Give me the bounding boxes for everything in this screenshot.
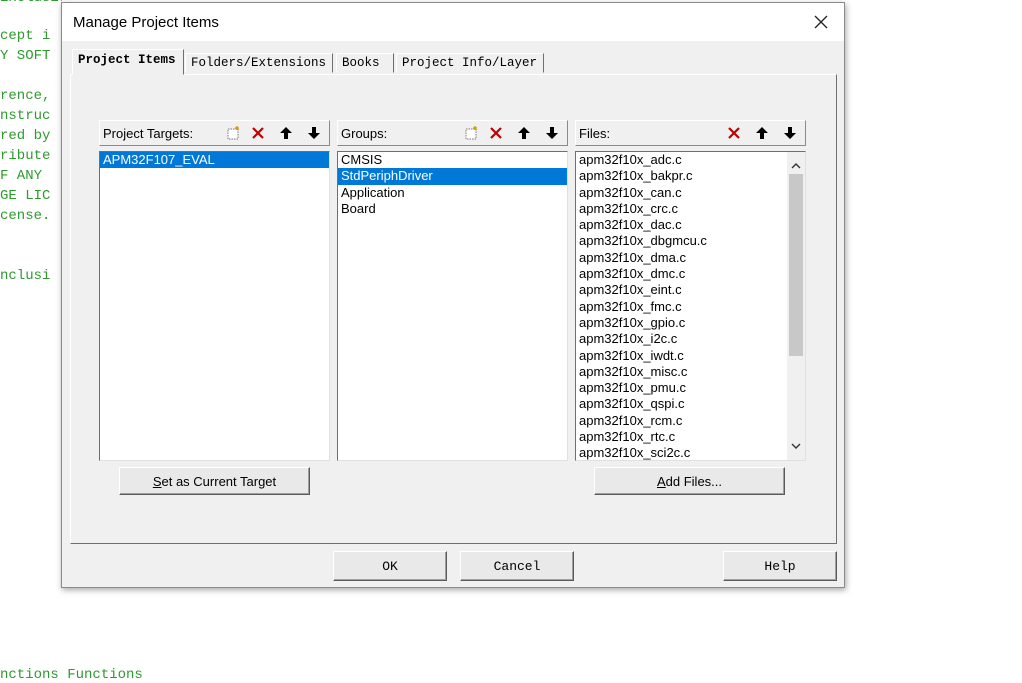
move-up-file-icon[interactable]	[751, 123, 772, 143]
code-line: rence,	[0, 88, 51, 104]
file-item[interactable]: apm32f10x_rcm.c	[576, 413, 805, 429]
files-label: Files:	[579, 126, 611, 141]
scroll-down-icon[interactable]	[791, 437, 801, 455]
move-down-file-icon[interactable]	[779, 123, 800, 143]
file-item[interactable]: apm32f10x_bakpr.c	[576, 168, 805, 184]
manage-project-items-dialog: Manage Project Items Project Items Folde…	[61, 2, 845, 588]
tab-books[interactable]: Books	[336, 53, 394, 73]
file-item[interactable]: apm32f10x_dma.c	[576, 250, 805, 266]
targets-list[interactable]: APM32F107_EVAL	[99, 151, 330, 461]
background-code-editor: Exclusion cept i Y SOFT rence, nstruc re…	[0, 0, 62, 682]
code-line: Y SOFT	[0, 48, 51, 64]
file-item[interactable]: apm32f10x_iwdt.c	[576, 348, 805, 364]
file-item[interactable]: apm32f10x_dac.c	[576, 217, 805, 233]
code-line: nstruc	[0, 108, 51, 124]
target-item[interactable]: APM32F107_EVAL	[100, 152, 329, 169]
groups-header: Groups:	[337, 120, 568, 146]
set-target-label: et as Current Target	[161, 473, 277, 489]
file-item[interactable]: apm32f10x_qspi.c	[576, 396, 805, 412]
files-list[interactable]: apm32f10x_adc.c apm32f10x_bakpr.c apm32f10…	[575, 151, 806, 461]
code-line: nclusi	[0, 268, 51, 284]
file-item[interactable]: apm32f10x_i2c.c	[576, 331, 805, 347]
group-item-board[interactable]: Board	[338, 201, 567, 217]
code-line: cense.	[0, 208, 51, 224]
move-up-target-icon[interactable]	[275, 123, 296, 143]
new-target-icon[interactable]	[222, 123, 243, 143]
tab-folders-extensions[interactable]: Folders/Extensions	[185, 53, 333, 73]
set-as-current-target-button[interactable]: Set as Current Target	[119, 467, 310, 495]
file-item[interactable]: apm32f10x_fmc.c	[576, 299, 805, 315]
cancel-button[interactable]: Cancel	[460, 551, 574, 581]
new-group-icon[interactable]	[460, 123, 481, 143]
delete-target-icon[interactable]	[247, 123, 268, 143]
dialog-title: Manage Project Items	[73, 14, 219, 31]
file-item[interactable]: apm32f10x_gpio.c	[576, 315, 805, 331]
move-up-group-icon[interactable]	[513, 123, 534, 143]
file-item[interactable]: apm32f10x_sci2c.c	[576, 445, 805, 460]
code-line: ribute	[0, 148, 51, 164]
tab-project-items[interactable]: Project Items	[72, 49, 184, 75]
group-item-stdperiphdriver[interactable]: StdPeriphDriver	[338, 168, 567, 185]
targets-label: Project Targets:	[103, 126, 194, 141]
file-item[interactable]: apm32f10x_dmc.c	[576, 266, 805, 282]
file-item[interactable]: apm32f10x_can.c	[576, 185, 805, 201]
tab-project-info-layer[interactable]: Project Info/Layer	[396, 53, 544, 73]
move-down-target-icon[interactable]	[303, 123, 324, 143]
help-button[interactable]: Help	[723, 551, 837, 581]
group-item-cmsis[interactable]: CMSIS	[338, 152, 567, 168]
file-item[interactable]: apm32f10x_rtc.c	[576, 429, 805, 445]
files-items: apm32f10x_adc.c apm32f10x_bakpr.c apm32f10…	[576, 152, 805, 460]
code-line: red by	[0, 128, 51, 144]
targets-header: Project Targets:	[99, 120, 330, 146]
add-files-label: dd Files...	[665, 473, 723, 489]
code-line: Exclusion	[0, 0, 62, 6]
file-item[interactable]: apm32f10x_dbgmcu.c	[576, 233, 805, 249]
files-header: Files:	[575, 120, 806, 146]
groups-list[interactable]: CMSIS StdPeriphDriver Application Board	[337, 151, 568, 461]
code-line: cept i	[0, 28, 51, 44]
add-files-button[interactable]: Add Files...	[594, 467, 785, 495]
ok-button[interactable]: OK	[333, 551, 447, 581]
file-item[interactable]: apm32f10x_pmu.c	[576, 380, 805, 396]
groups-label: Groups:	[341, 126, 388, 141]
title-bar: Manage Project Items	[62, 3, 844, 41]
code-line: GE LIC	[0, 188, 51, 204]
group-item-application[interactable]: Application	[338, 185, 567, 201]
file-item[interactable]: apm32f10x_eint.c	[576, 282, 805, 298]
file-item[interactable]: apm32f10x_crc.c	[576, 201, 805, 217]
add-files-accel: A	[656, 473, 666, 489]
code-line: F ANY	[0, 168, 51, 184]
delete-file-icon[interactable]	[723, 123, 744, 143]
scrollbar-thumb[interactable]	[789, 174, 803, 356]
files-scrollbar[interactable]	[787, 152, 805, 460]
set-target-accel: S	[152, 473, 162, 489]
scroll-up-icon[interactable]	[791, 157, 801, 175]
file-item[interactable]: apm32f10x_adc.c	[576, 152, 805, 168]
close-icon[interactable]	[810, 11, 832, 33]
delete-group-icon[interactable]	[485, 123, 506, 143]
code-line-functions: nctions Functions	[0, 667, 143, 683]
move-down-group-icon[interactable]	[541, 123, 562, 143]
file-item[interactable]: apm32f10x_misc.c	[576, 364, 805, 380]
